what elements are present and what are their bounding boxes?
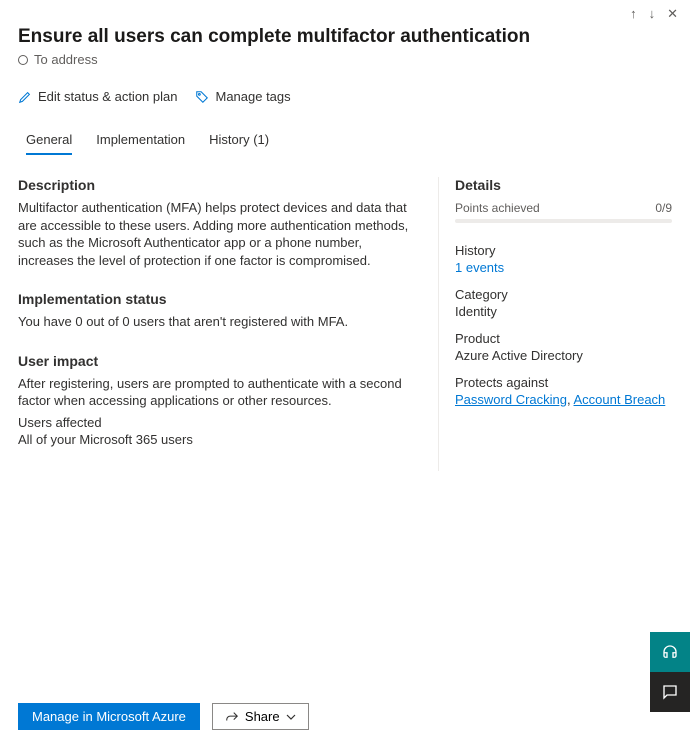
edit-status-label: Edit status & action plan xyxy=(38,89,177,104)
impl-status-heading: Implementation status xyxy=(18,291,418,307)
history-label: History xyxy=(455,243,672,258)
tab-history[interactable]: History (1) xyxy=(209,132,269,155)
share-button[interactable]: Share xyxy=(212,703,309,730)
points-progress-bar xyxy=(455,219,672,223)
impl-status-text: You have 0 out of 0 users that aren't re… xyxy=(18,313,418,331)
headset-icon xyxy=(661,643,679,661)
description-text: Multifactor authentication (MFA) helps p… xyxy=(18,199,418,269)
category-value: Identity xyxy=(455,304,672,319)
product-value: Azure Active Directory xyxy=(455,348,672,363)
manage-tags-label: Manage tags xyxy=(215,89,290,104)
nav-down-icon[interactable]: ↓ xyxy=(649,6,656,22)
manage-tags-button[interactable]: Manage tags xyxy=(195,89,290,104)
points-label: Points achieved xyxy=(455,201,540,215)
users-affected-value: All of your Microsoft 365 users xyxy=(18,431,418,449)
category-label: Category xyxy=(455,287,672,302)
details-heading: Details xyxy=(455,177,672,193)
description-heading: Description xyxy=(18,177,418,193)
protects-label: Protects against xyxy=(455,375,672,390)
status-badge: To address xyxy=(18,52,672,67)
pencil-icon xyxy=(18,90,32,104)
chat-icon xyxy=(661,683,679,701)
chevron-down-icon xyxy=(286,712,296,722)
tab-implementation[interactable]: Implementation xyxy=(96,132,185,155)
tab-general[interactable]: General xyxy=(26,132,72,155)
protects-link-account[interactable]: Account Breach xyxy=(574,392,666,407)
status-text: To address xyxy=(34,52,98,67)
status-circle-icon xyxy=(18,55,28,65)
nav-up-icon[interactable]: ↑ xyxy=(630,6,637,22)
history-link[interactable]: 1 events xyxy=(455,260,504,275)
tag-icon xyxy=(195,90,209,104)
user-impact-heading: User impact xyxy=(18,353,418,369)
share-label: Share xyxy=(245,709,280,724)
users-affected-label: Users affected xyxy=(18,414,418,432)
share-icon xyxy=(225,710,239,724)
protects-link-password[interactable]: Password Cracking xyxy=(455,392,567,407)
product-label: Product xyxy=(455,331,672,346)
points-value: 0/9 xyxy=(655,201,672,215)
page-title: Ensure all users can complete multifacto… xyxy=(18,26,672,48)
user-impact-text: After registering, users are prompted to… xyxy=(18,375,418,410)
close-icon[interactable]: ✕ xyxy=(667,6,678,22)
feedback-button[interactable] xyxy=(650,672,690,712)
edit-status-button[interactable]: Edit status & action plan xyxy=(18,89,177,104)
headset-button[interactable] xyxy=(650,632,690,672)
manage-azure-button[interactable]: Manage in Microsoft Azure xyxy=(18,703,200,730)
